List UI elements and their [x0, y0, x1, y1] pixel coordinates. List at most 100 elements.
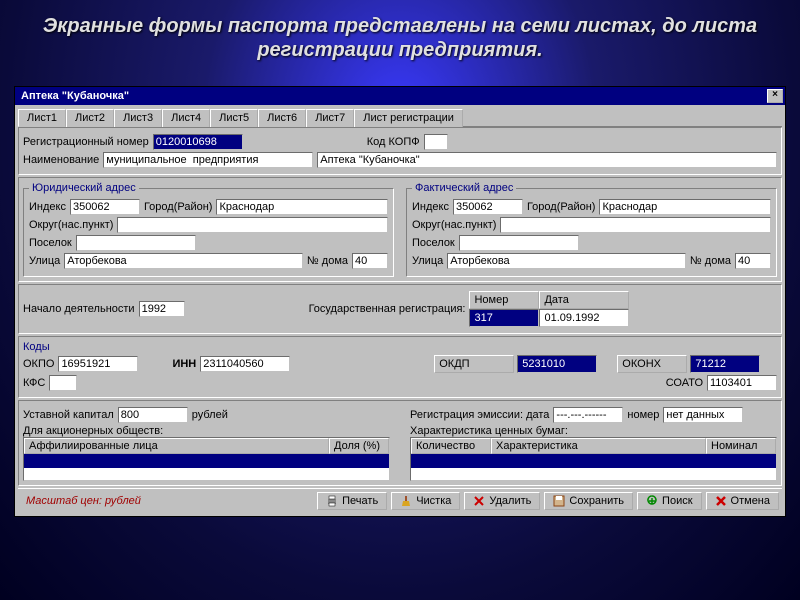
tab-registration[interactable]: Лист регистрации [354, 109, 463, 127]
tab-list4[interactable]: Лист4 [162, 109, 210, 127]
panel-activity: Начало деятельности Государственная реги… [18, 284, 782, 334]
gosreg-label: Государственная регистрация: [309, 303, 466, 315]
delete-button[interactable]: Удалить [464, 492, 540, 510]
legal-address-group: Юридический адрес Индекс Город(Район) Ок… [23, 182, 394, 277]
broom-icon [400, 495, 412, 507]
legal-house-input[interactable] [352, 253, 388, 269]
search-icon [646, 495, 658, 507]
inn-label: ИНН [172, 358, 196, 370]
securities-listbox[interactable]: Количество Характеристика Номинал [410, 437, 777, 481]
legal-city-input[interactable] [216, 199, 388, 215]
gosreg-head-num: Номер [469, 291, 539, 309]
tab-list5[interactable]: Лист5 [210, 109, 258, 127]
okdp-cell[interactable]: 5231010 [517, 355, 597, 373]
tab-strip: Лист1 Лист2 Лист3 Лист4 Лист5 Лист6 Лист… [18, 108, 782, 127]
sec-nom-head: Номинал [706, 438, 776, 454]
okpo-label: ОКПО [23, 358, 54, 370]
print-button[interactable]: Печать [317, 492, 387, 510]
soato-label: СОАТО [666, 377, 703, 389]
legal-poselok-label: Поселок [29, 237, 72, 249]
tab-list3[interactable]: Лист3 [114, 109, 162, 127]
reg-num-input[interactable] [153, 134, 243, 150]
soato-input[interactable] [707, 375, 777, 391]
legal-poselok-input[interactable] [76, 235, 196, 251]
legal-okrug-input[interactable] [117, 217, 388, 233]
emission-date-input[interactable] [553, 407, 623, 423]
tab-list2[interactable]: Лист2 [66, 109, 114, 127]
okpo-input[interactable] [58, 356, 138, 372]
save-label: Сохранить [569, 495, 624, 507]
actual-street-label: Улица [412, 255, 443, 267]
okdp-label: ОКДП [434, 355, 514, 373]
tab-list7[interactable]: Лист7 [306, 109, 354, 127]
actual-okrug-label: Округ(нас.пункт) [412, 219, 496, 231]
cancel-button[interactable]: Отмена [706, 492, 779, 510]
slide-title: Экранные формы паспорта представлены на … [0, 0, 800, 70]
tab-list1[interactable]: Лист1 [18, 109, 66, 127]
legal-index-input[interactable] [70, 199, 140, 215]
actual-city-label: Город(Район) [527, 201, 596, 213]
scale-label: Масштаб цен: рублей [18, 491, 149, 511]
actual-index-input[interactable] [453, 199, 523, 215]
ust-capital-input[interactable] [118, 407, 188, 423]
inn-input[interactable] [200, 356, 290, 372]
delete-label: Удалить [489, 495, 531, 507]
gosreg-date-cell[interactable]: 01.09.1992 [539, 309, 629, 327]
actual-poselok-input[interactable] [459, 235, 579, 251]
actual-house-label: № дома [690, 255, 731, 267]
org-form-input[interactable] [103, 152, 313, 168]
panel-codes: Коды ОКПО ИНН ОКДП 5231010 ОКОНХ 71212 [18, 336, 782, 398]
emission-num-label: номер [627, 409, 659, 421]
window-title: Аптека "Кубаночка" [17, 90, 129, 102]
org-name-input[interactable] [317, 152, 777, 168]
panel-capital: Уставной капитал рублей Для акционерных … [18, 400, 782, 486]
start-year-input[interactable] [139, 301, 185, 317]
tab-list6[interactable]: Лист6 [258, 109, 306, 127]
legal-street-label: Улица [29, 255, 60, 267]
delete-icon [473, 495, 485, 507]
actual-city-input[interactable] [599, 199, 771, 215]
clear-button[interactable]: Чистка [391, 492, 460, 510]
cancel-icon [715, 495, 727, 507]
share-head: Доля (%) [329, 438, 389, 454]
ao-label: Для акционерных обществ: [23, 425, 390, 437]
titlebar: Аптека "Кубаночка" × [15, 87, 785, 105]
kfs-input[interactable] [49, 375, 77, 391]
name-label: Наименование [23, 154, 99, 166]
sec-qty-head: Количество [411, 438, 491, 454]
ust-unit-label: рублей [192, 409, 228, 421]
actual-street-input[interactable] [447, 253, 686, 269]
actual-poselok-label: Поселок [412, 237, 455, 249]
gosreg-num-cell[interactable]: 317 [469, 309, 539, 327]
app-window: Аптека "Кубаночка" × Лист1 Лист2 Лист3 Л… [14, 86, 786, 517]
affiliated-listbox[interactable]: Аффилиированные лица Доля (%) [23, 437, 390, 481]
sec-char-head: Характеристика [491, 438, 706, 454]
actual-okrug-input[interactable] [500, 217, 771, 233]
actual-index-label: Индекс [412, 201, 449, 213]
kfs-label: КФС [23, 377, 45, 389]
securities-label: Характеристика ценных бумаг: [410, 425, 777, 437]
close-button[interactable]: × [767, 89, 783, 103]
actual-house-input[interactable] [735, 253, 771, 269]
kopf-input[interactable] [424, 134, 448, 150]
clear-label: Чистка [416, 495, 451, 507]
legal-house-label: № дома [307, 255, 348, 267]
legal-street-input[interactable] [64, 253, 303, 269]
search-label: Поиск [662, 495, 692, 507]
search-button[interactable]: Поиск [637, 492, 701, 510]
save-button[interactable]: Сохранить [544, 492, 633, 510]
actual-address-title: Фактический адрес [412, 182, 516, 194]
print-label: Печать [342, 495, 378, 507]
legal-okrug-label: Округ(нас.пункт) [29, 219, 113, 231]
kopf-label: Код КОПФ [367, 136, 420, 148]
ust-capital-label: Уставной капитал [23, 409, 114, 421]
affil-head: Аффилиированные лица [24, 438, 329, 454]
emission-label: Регистрация эмиссии: дата [410, 409, 549, 421]
panel-addresses: Юридический адрес Индекс Город(Район) Ок… [18, 177, 782, 282]
okonh-cell[interactable]: 71212 [690, 355, 760, 373]
okonh-label: ОКОНХ [617, 355, 687, 373]
gosreg-head-date: Дата [539, 291, 629, 309]
legal-address-title: Юридический адрес [29, 182, 139, 194]
panel-registration: Регистрационный номер Код КОПФ Наименова… [18, 127, 782, 175]
emission-num-input[interactable] [663, 407, 743, 423]
